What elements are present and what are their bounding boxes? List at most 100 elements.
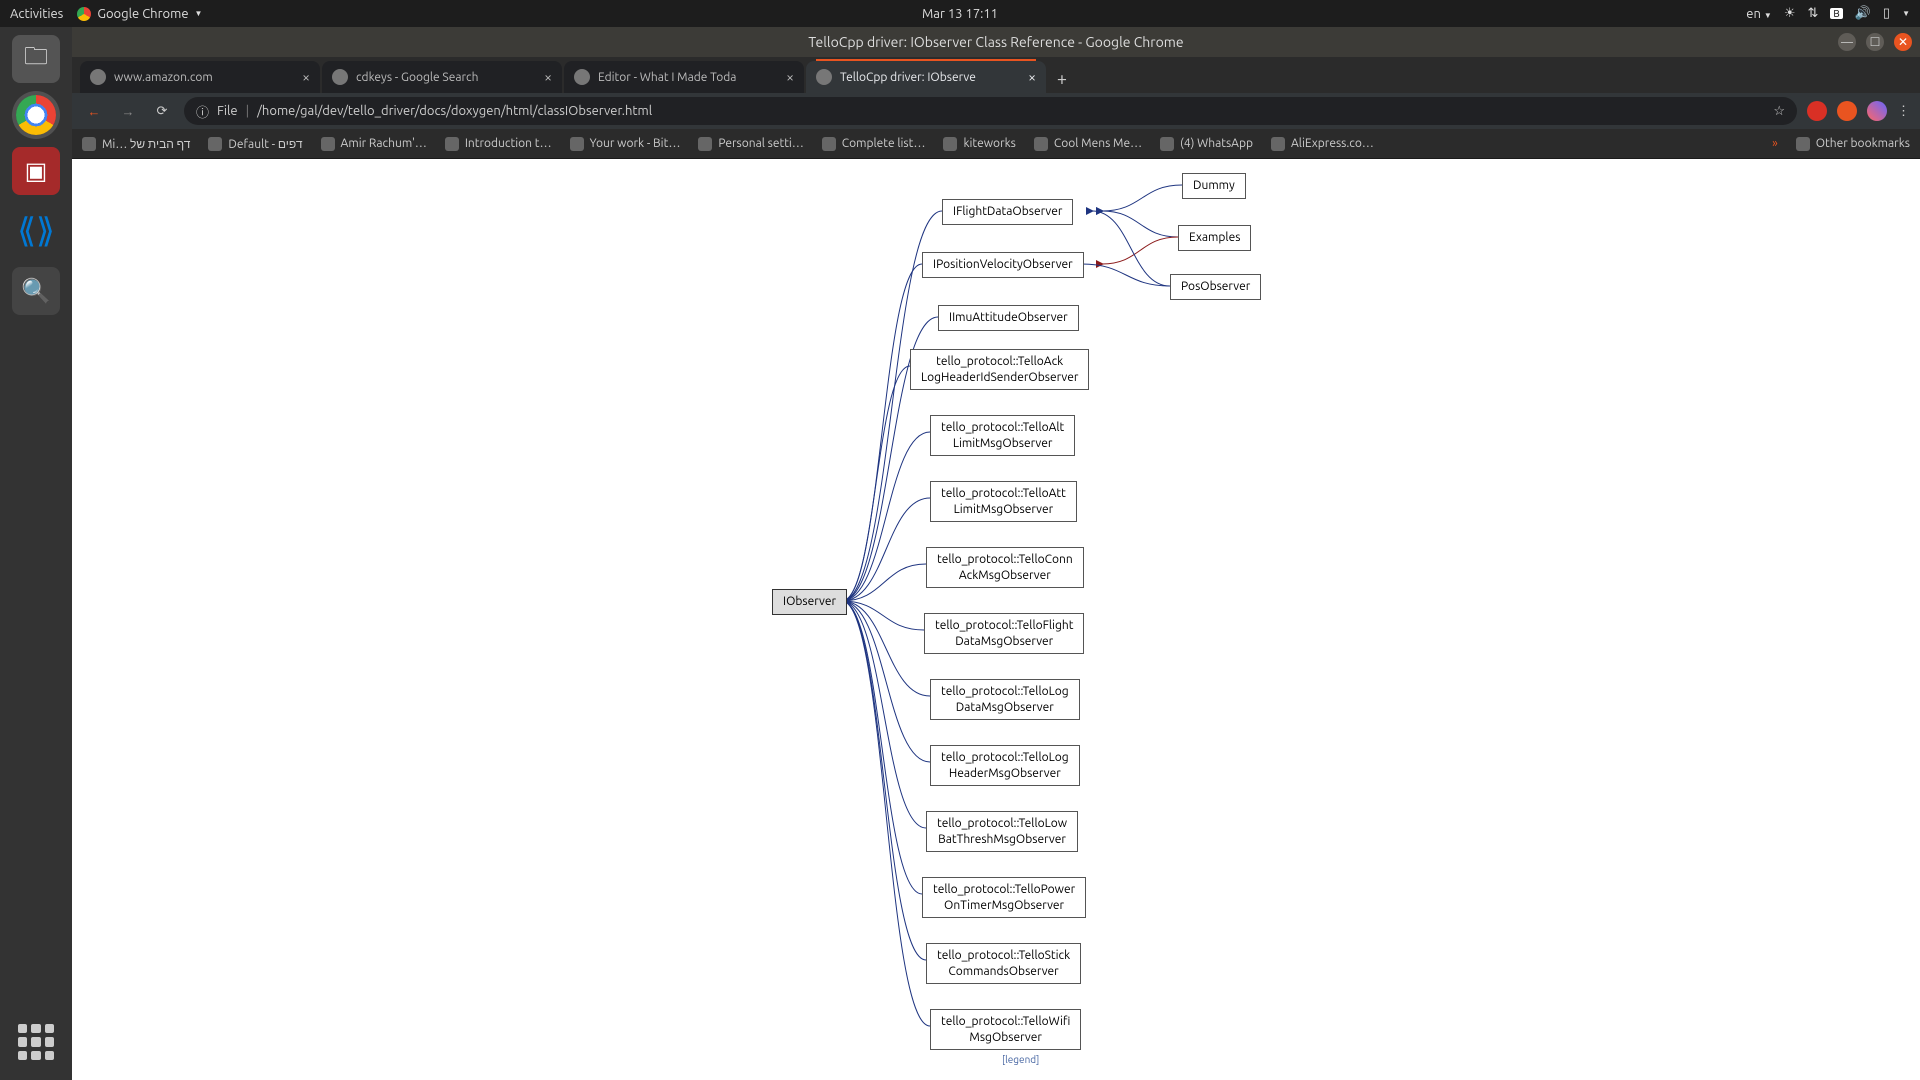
close-tab-icon[interactable]: ×: [1028, 69, 1036, 85]
diagram-node[interactable]: tello_protocol::TelloAltLimitMsgObserver: [930, 415, 1075, 456]
tab-label: Editor - What I Made Toda: [598, 71, 736, 84]
favicon: [1160, 137, 1174, 151]
chrome-icon: [77, 7, 91, 21]
diagram-node[interactable]: IPositionVelocityObserver: [922, 252, 1084, 278]
diagram-node[interactable]: tello_protocol::TelloLowBatThreshMsgObse…: [926, 811, 1078, 852]
forward-button[interactable]: →: [116, 104, 140, 119]
bookmark-item[interactable]: AliExpress.co…: [1271, 137, 1374, 151]
show-applications-icon[interactable]: [18, 1024, 54, 1060]
bookmark-label: AliExpress.co…: [1291, 137, 1374, 150]
language-indicator[interactable]: en ▼: [1746, 7, 1772, 21]
maximize-button[interactable]: ☐: [1866, 33, 1884, 51]
browser-tab[interactable]: www.amazon.com×: [80, 61, 320, 93]
close-tab-icon[interactable]: ×: [786, 69, 794, 85]
browser-tab[interactable]: Editor - What I Made Toda ×: [564, 61, 804, 93]
bookmark-item[interactable]: Default - דפים: [208, 137, 302, 151]
app-menu[interactable]: Google Chrome ▼: [77, 7, 202, 21]
bookmark-item[interactable]: Amir Rachum'…: [321, 137, 427, 151]
bookmark-item[interactable]: Your work - Bit…: [570, 137, 681, 151]
bookmark-overflow[interactable]: »: [1772, 137, 1778, 150]
diagram-node[interactable]: tello_protocol::TelloLogDataMsgObserver: [930, 679, 1080, 720]
bookmark-label: Your work - Bit…: [590, 137, 681, 150]
bookmark-item[interactable]: Personal setti…: [698, 137, 803, 151]
bookmark-label: (4) WhatsApp: [1180, 137, 1253, 150]
favicon: [574, 69, 590, 85]
close-button[interactable]: ✕: [1894, 33, 1912, 51]
volume-icon[interactable]: 🔊: [1855, 6, 1871, 21]
bookmark-label: Complete list…: [842, 137, 926, 150]
diagram-node[interactable]: IImuAttitudeObserver: [938, 305, 1079, 331]
image-viewer-icon[interactable]: 🔍: [12, 267, 60, 315]
screenshot-app-icon[interactable]: ▣: [12, 147, 60, 195]
diagram-node[interactable]: tello_protocol::TelloWifiMsgObserver: [930, 1009, 1081, 1050]
favicon: [943, 137, 957, 151]
close-tab-icon[interactable]: ×: [544, 69, 552, 85]
close-tab-icon[interactable]: ×: [302, 69, 310, 85]
chevron-down-icon: ▼: [195, 9, 203, 18]
clock[interactable]: Mar 13 17:11: [922, 7, 998, 21]
bookmark-item[interactable]: (4) WhatsApp: [1160, 137, 1253, 151]
back-button[interactable]: ←: [82, 104, 106, 119]
brightness-icon[interactable]: ☀: [1784, 6, 1796, 21]
diagram-node[interactable]: tello_protocol::TelloFlightDataMsgObserv…: [924, 613, 1084, 654]
profile-avatar-icon[interactable]: [1867, 101, 1887, 121]
diagram-node[interactable]: PosObserver: [1170, 274, 1261, 300]
files-app-icon[interactable]: 🗀: [12, 35, 60, 83]
bookmark-item[interactable]: kiteworks: [943, 137, 1015, 151]
chrome-app-icon[interactable]: [16, 95, 56, 135]
chevron-down-icon[interactable]: ▼: [1902, 9, 1910, 18]
favicon: [1271, 137, 1285, 151]
url-field[interactable]: ⓘ File | /home/gal/dev/tello_driver/docs…: [184, 97, 1797, 125]
favicon: [321, 137, 335, 151]
network-icon[interactable]: ⇅: [1807, 6, 1818, 21]
minimize-button[interactable]: —: [1838, 33, 1856, 51]
diagram-node[interactable]: tello_protocol::TelloAckLogHeaderIdSende…: [910, 349, 1089, 390]
diagram-node[interactable]: Dummy: [1182, 173, 1246, 199]
tab-label: cdkeys - Google Search: [356, 71, 478, 84]
bluetooth-icon[interactable]: B: [1830, 8, 1842, 19]
window-title: TelloCpp driver: IObserver Class Referen…: [808, 34, 1183, 50]
diagram-node[interactable]: tello_protocol::TelloConnAckMsgObserver: [926, 547, 1084, 588]
activities-button[interactable]: Activities: [10, 7, 63, 21]
diagram-node[interactable]: Examples: [1178, 225, 1251, 251]
favicon: [570, 137, 584, 151]
diagram-legend-link[interactable]: [legend]: [1002, 1054, 1039, 1065]
favicon: [698, 137, 712, 151]
bookmark-item[interactable]: Complete list…: [822, 137, 926, 151]
diagram-node[interactable]: tello_protocol::TelloAttLimitMsgObserver: [930, 481, 1077, 522]
extension-icon[interactable]: [1807, 101, 1827, 121]
other-bookmarks[interactable]: Other bookmarks: [1796, 137, 1910, 151]
diagram-node[interactable]: tello_protocol::TelloStickCommandsObserv…: [926, 943, 1081, 984]
extension-icon[interactable]: [1837, 101, 1857, 121]
bookmark-star-icon[interactable]: ☆: [1773, 104, 1785, 119]
folder-icon: [1796, 137, 1810, 151]
info-icon[interactable]: ⓘ: [196, 102, 209, 121]
bookmark-label: Personal setti…: [718, 137, 803, 150]
browser-tab[interactable]: TelloCpp driver: IObserve ×: [806, 61, 1046, 93]
diagram-root-node[interactable]: IObserver: [772, 589, 847, 615]
bookmark-item[interactable]: Introduction t…: [445, 137, 552, 151]
bookmark-item[interactable]: Mi… דף הבית של: [82, 137, 190, 151]
page-content: IObserver IFlightDataObserver Dummy Example…: [72, 159, 1920, 1080]
vscode-app-icon[interactable]: ⟪⟫: [12, 207, 60, 255]
tab-label: TelloCpp driver: IObserve: [840, 71, 976, 84]
reload-button[interactable]: ⟳: [150, 104, 174, 119]
bookmark-item[interactable]: Cool Mens Me…: [1034, 137, 1142, 151]
bookmark-label: Mi… דף הבית של: [102, 137, 190, 151]
gnome-topbar: Activities Google Chrome ▼ Mar 13 17:11 …: [0, 0, 1920, 27]
address-bar: ← → ⟳ ⓘ File | /home/gal/dev/tello_drive…: [72, 93, 1920, 129]
diagram-node[interactable]: tello_protocol::TelloPowerOnTimerMsgObse…: [922, 877, 1086, 918]
favicon: [208, 137, 222, 151]
bookmark-label: Introduction t…: [465, 137, 552, 150]
diagram-node[interactable]: tello_protocol::TelloLogHeaderMsgObserve…: [930, 745, 1080, 786]
url-path: /home/gal/dev/tello_driver/docs/doxygen/…: [257, 104, 652, 118]
inheritance-diagram: IObserver IFlightDataObserver Dummy Example…: [72, 159, 1920, 1080]
launcher-dock: 🗀 ▣ ⟪⟫ 🔍: [0, 27, 72, 1080]
window-titlebar: TelloCpp driver: IObserver Class Referen…: [72, 27, 1920, 57]
diagram-node[interactable]: IFlightDataObserver: [942, 199, 1073, 225]
bookmarks-bar: Mi… דף הבית של Default - דפים Amir Rachum'…: [72, 129, 1920, 159]
browser-tab[interactable]: cdkeys - Google Search ×: [322, 61, 562, 93]
new-tab-button[interactable]: +: [1048, 65, 1076, 93]
battery-icon[interactable]: ▯: [1883, 6, 1890, 21]
menu-icon[interactable]: ⋮: [1897, 104, 1910, 119]
